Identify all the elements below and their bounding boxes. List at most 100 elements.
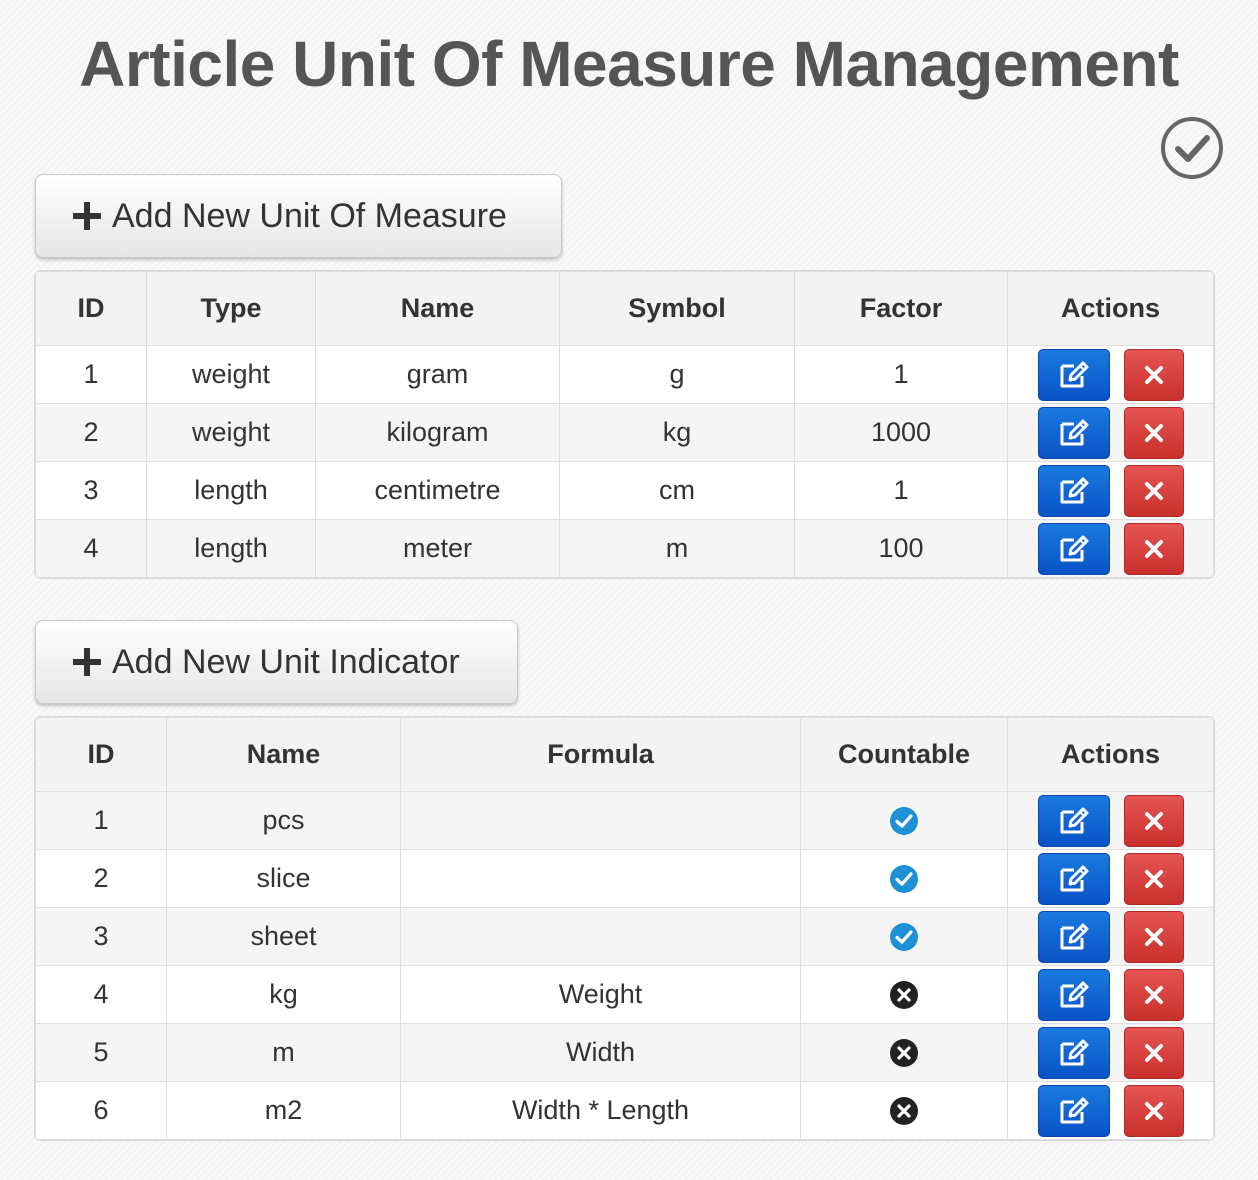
- unit-of-measure-table: ID Type Name Symbol Factor Actions 1 weig…: [35, 271, 1214, 578]
- delete-button[interactable]: [1123, 1084, 1184, 1137]
- check-circle-icon: [890, 865, 918, 894]
- column-header-name: Name: [315, 271, 560, 346]
- table-row: 1 weight gram g 1: [35, 345, 1214, 404]
- edit-button[interactable]: [1037, 852, 1110, 905]
- cell-formula: [400, 907, 801, 966]
- cell-actions: [1007, 345, 1214, 404]
- cell-formula: Weight: [400, 965, 801, 1024]
- cell-countable: [800, 849, 1008, 908]
- cell-id: 5: [35, 1023, 167, 1082]
- table-row: 3 sheet: [35, 907, 1214, 966]
- cell-id: 3: [35, 461, 147, 520]
- cell-name: kilogram: [315, 403, 560, 462]
- edit-icon: [1060, 535, 1088, 561]
- times-icon: [1144, 811, 1163, 830]
- times-icon: [1144, 1043, 1163, 1062]
- delete-button[interactable]: [1123, 1026, 1184, 1079]
- cell-id: 1: [35, 791, 167, 850]
- cell-symbol: kg: [559, 403, 795, 462]
- table-row: 3 length centimetre cm 1: [35, 461, 1214, 520]
- edit-icon: [1060, 1039, 1088, 1065]
- delete-button[interactable]: [1123, 852, 1184, 905]
- cell-name: pcs: [166, 791, 401, 850]
- delete-button[interactable]: [1123, 522, 1184, 575]
- edit-button[interactable]: [1037, 910, 1110, 963]
- cell-type: weight: [146, 403, 316, 462]
- cell-actions: [1007, 403, 1214, 462]
- delete-button[interactable]: [1123, 968, 1184, 1021]
- edit-button[interactable]: [1037, 522, 1110, 575]
- delete-button[interactable]: [1123, 910, 1184, 963]
- edit-button[interactable]: [1037, 968, 1110, 1021]
- times-icon: [1144, 365, 1163, 384]
- cell-type: weight: [146, 345, 316, 404]
- column-header-id: ID: [35, 717, 167, 792]
- times-icon: [1144, 869, 1163, 888]
- cell-actions: [1007, 1023, 1214, 1082]
- delete-button[interactable]: [1123, 464, 1184, 517]
- cell-id: 2: [35, 403, 147, 462]
- delete-button[interactable]: [1123, 348, 1184, 401]
- unit-indicator-table: ID Name Formula Countable Actions 1 pcs 2 s…: [35, 717, 1214, 1140]
- circle-check-icon[interactable]: [1160, 116, 1224, 180]
- edit-icon: [1060, 981, 1088, 1007]
- column-header-factor: Factor: [794, 271, 1008, 346]
- column-header-type: Type: [146, 271, 316, 346]
- cell-id: 2: [35, 849, 167, 908]
- times-circle-icon: [890, 1097, 918, 1126]
- table-row: 4 kg Weight: [35, 965, 1214, 1024]
- cell-factor: 100: [794, 519, 1008, 578]
- cell-name: m2: [166, 1081, 401, 1140]
- times-icon: [1144, 423, 1163, 442]
- table-row: 2 weight kilogram kg 1000: [35, 403, 1214, 462]
- edit-icon: [1060, 865, 1088, 891]
- column-header-actions: Actions: [1007, 717, 1214, 792]
- edit-button[interactable]: [1037, 1026, 1110, 1079]
- cell-actions: [1007, 519, 1214, 578]
- cell-id: 6: [35, 1081, 167, 1140]
- edit-icon: [1060, 807, 1088, 833]
- edit-button[interactable]: [1037, 794, 1110, 847]
- cell-actions: [1007, 849, 1214, 908]
- times-circle-icon: [890, 981, 918, 1010]
- add-unit-indicator-button[interactable]: Add New Unit Indicator: [35, 620, 518, 704]
- cell-name: kg: [166, 965, 401, 1024]
- add-unit-of-measure-button[interactable]: Add New Unit Of Measure: [35, 174, 562, 258]
- cell-name: sheet: [166, 907, 401, 966]
- edit-icon: [1060, 1097, 1088, 1123]
- cell-name: m: [166, 1023, 401, 1082]
- column-header-symbol: Symbol: [559, 271, 795, 346]
- cell-countable: [800, 965, 1008, 1024]
- add-unit-indicator-label: Add New Unit Indicator: [112, 642, 460, 681]
- plus-icon: [73, 202, 101, 230]
- cell-formula: Width: [400, 1023, 801, 1082]
- cell-actions: [1007, 965, 1214, 1024]
- delete-button[interactable]: [1123, 794, 1184, 847]
- delete-button[interactable]: [1123, 406, 1184, 459]
- times-icon: [1144, 481, 1163, 500]
- edit-button[interactable]: [1037, 464, 1110, 517]
- times-circle-icon: [890, 1039, 918, 1068]
- cell-actions: [1007, 907, 1214, 966]
- times-icon: [1144, 985, 1163, 1004]
- cell-countable: [800, 1081, 1008, 1140]
- edit-icon: [1060, 361, 1088, 387]
- table-row: 5 m Width: [35, 1023, 1214, 1082]
- cell-actions: [1007, 461, 1214, 520]
- cell-formula: [400, 849, 801, 908]
- cell-countable: [800, 1023, 1008, 1082]
- check-circle-icon: [890, 923, 918, 952]
- cell-id: 3: [35, 907, 167, 966]
- edit-button[interactable]: [1037, 1084, 1110, 1137]
- column-header-formula: Formula: [400, 717, 801, 792]
- cell-name: gram: [315, 345, 560, 404]
- cell-factor: 1: [794, 345, 1008, 404]
- column-header-id: ID: [35, 271, 147, 346]
- edit-button[interactable]: [1037, 348, 1110, 401]
- edit-button[interactable]: [1037, 406, 1110, 459]
- column-header-name: Name: [166, 717, 401, 792]
- cell-id: 4: [35, 519, 147, 578]
- cell-symbol: g: [559, 345, 795, 404]
- cell-factor: 1000: [794, 403, 1008, 462]
- cell-id: 1: [35, 345, 147, 404]
